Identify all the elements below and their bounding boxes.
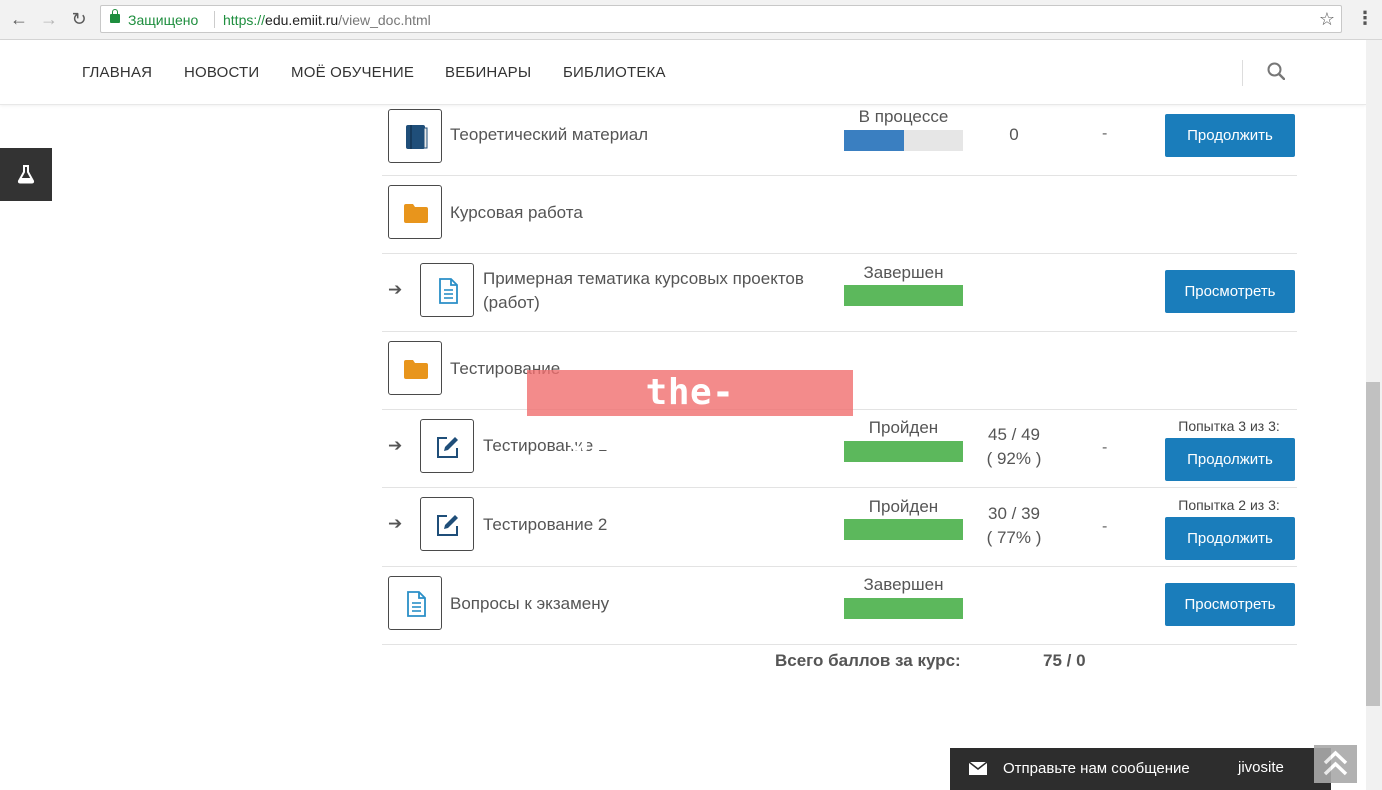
progress-bar	[844, 285, 963, 306]
progress-fill	[844, 441, 963, 462]
course-row-test-2: ➔ Тестирование 2 Пройден 30 / 39( 77% ) …	[382, 488, 1297, 567]
nav-item-home[interactable]: ГЛАВНАЯ	[82, 64, 152, 81]
browser-toolbar: ← → ↻ Защищено https://edu.emiit.ru/view…	[0, 0, 1382, 40]
lock-icon	[110, 9, 120, 23]
status-label: Пройден	[868, 418, 939, 437]
score: 45 / 49( 92% )	[986, 425, 1042, 468]
sub-item-arrow-icon: ➔	[388, 514, 403, 533]
nav-item-news[interactable]: НОВОСТИ	[184, 64, 259, 81]
status-label: Завершен	[863, 575, 944, 594]
edit-icon-box	[420, 497, 474, 551]
edit-icon	[437, 515, 458, 536]
watermark: the-distance.ru	[527, 370, 853, 459]
secure-label: Защищено	[128, 12, 199, 28]
reload-icon[interactable]: ↻	[68, 8, 90, 30]
scrollbar-thumb[interactable]	[1366, 382, 1380, 706]
score: 30 / 39( 77% )	[986, 504, 1042, 547]
grade-dash: -	[1102, 518, 1108, 535]
course-row-theory: Теоретический материал В процессе 0 - Пр…	[382, 105, 1297, 176]
total-score-label: Всего баллов за курс:	[775, 651, 961, 670]
document-icon	[439, 278, 458, 304]
continue-button[interactable]: Продолжить	[1165, 517, 1295, 560]
chat-widget[interactable]: Отправьте нам сообщение jivosite	[950, 748, 1331, 790]
progress-fill	[844, 285, 963, 306]
status-label: В процессе	[858, 107, 949, 126]
edit-icon	[437, 437, 458, 458]
url-text: https://edu.emiit.ru/view_doc.html	[223, 12, 431, 28]
row-title[interactable]: Тестирование 2	[483, 513, 607, 537]
continue-button[interactable]: Продолжить	[1165, 438, 1295, 481]
nav-item-webinars[interactable]: ВЕБИНАРЫ	[445, 64, 531, 81]
course-row-exam-questions: Вопросы к экзамену Завершен Просмотреть	[382, 567, 1297, 645]
status-label: Завершен	[863, 263, 944, 282]
folder-icon	[404, 204, 428, 223]
double-chevron-up-icon	[1323, 750, 1348, 776]
continue-button[interactable]: Продолжить	[1165, 114, 1295, 157]
folder-icon-box	[388, 341, 442, 395]
back-arrow-icon[interactable]: ←	[8, 8, 30, 30]
attempt-label: Попытка 2 из 3:	[1178, 497, 1280, 513]
mail-icon	[969, 762, 987, 775]
progress-bar	[844, 441, 963, 462]
score: 0	[1009, 125, 1019, 144]
flask-icon	[17, 165, 35, 184]
search-icon[interactable]	[1267, 62, 1285, 80]
folder-icon	[404, 360, 428, 379]
view-button[interactable]: Просмотреть	[1165, 270, 1295, 313]
sub-item-arrow-icon: ➔	[388, 436, 403, 455]
side-lab-tab[interactable]	[0, 148, 52, 201]
progress-fill	[844, 519, 963, 540]
row-title[interactable]: Теоретический материал	[450, 123, 648, 147]
edit-icon-box	[420, 419, 474, 473]
sub-item-arrow-icon: ➔	[388, 280, 403, 299]
progress-bar	[844, 598, 963, 619]
address-bar[interactable]: Защищено https://edu.emiit.ru/view_doc.h…	[100, 5, 1342, 33]
document-icon-box	[388, 576, 442, 630]
book-icon	[406, 125, 428, 149]
grade-dash: -	[1102, 125, 1108, 142]
progress-fill	[844, 130, 904, 151]
row-title[interactable]: Вопросы к экзамену	[450, 592, 609, 616]
view-button[interactable]: Просмотреть	[1165, 583, 1295, 626]
chat-brand: jivosite	[1238, 759, 1284, 776]
bookmark-star-icon[interactable]: ☆	[1319, 9, 1335, 30]
grade-dash: -	[1102, 439, 1108, 456]
folder-icon-box	[388, 185, 442, 239]
row-title[interactable]: Примерная тематика курсовых проектов (ра…	[483, 267, 823, 315]
course-row-sample-topics: ➔ Примерная тематика курсовых проектов (…	[382, 254, 1297, 332]
document-icon-box	[420, 263, 474, 317]
book-icon-box	[388, 109, 442, 163]
progress-fill	[844, 598, 963, 619]
chat-prompt: Отправьте нам сообщение	[1003, 760, 1190, 777]
document-icon	[407, 591, 426, 617]
nav-item-my-learning[interactable]: МОЁ ОБУЧЕНИЕ	[291, 64, 414, 81]
progress-bar	[844, 130, 963, 151]
course-row-test-1: ➔ Тестирование 1 Пройден 45 / 49( 92% ) …	[382, 410, 1297, 488]
total-score-value: 75 / 0	[1043, 651, 1086, 670]
browser-menu-icon[interactable]: ⋮	[1356, 8, 1374, 29]
course-row-coursework-folder: Курсовая работа	[382, 176, 1297, 254]
site-nav: ГЛАВНАЯ НОВОСТИ МОЁ ОБУЧЕНИЕ ВЕБИНАРЫ БИ…	[0, 40, 1366, 105]
nav-item-library[interactable]: БИБЛИОТЕКА	[563, 64, 666, 81]
scroll-to-top-button[interactable]	[1314, 745, 1357, 783]
attempt-label: Попытка 3 из 3:	[1178, 418, 1280, 434]
nav-divider	[1242, 60, 1243, 86]
progress-bar	[844, 519, 963, 540]
row-title[interactable]: Курсовая работа	[450, 201, 583, 225]
status-label: Пройден	[868, 497, 939, 516]
address-separator	[214, 11, 215, 28]
forward-arrow-icon[interactable]: →	[38, 8, 60, 30]
